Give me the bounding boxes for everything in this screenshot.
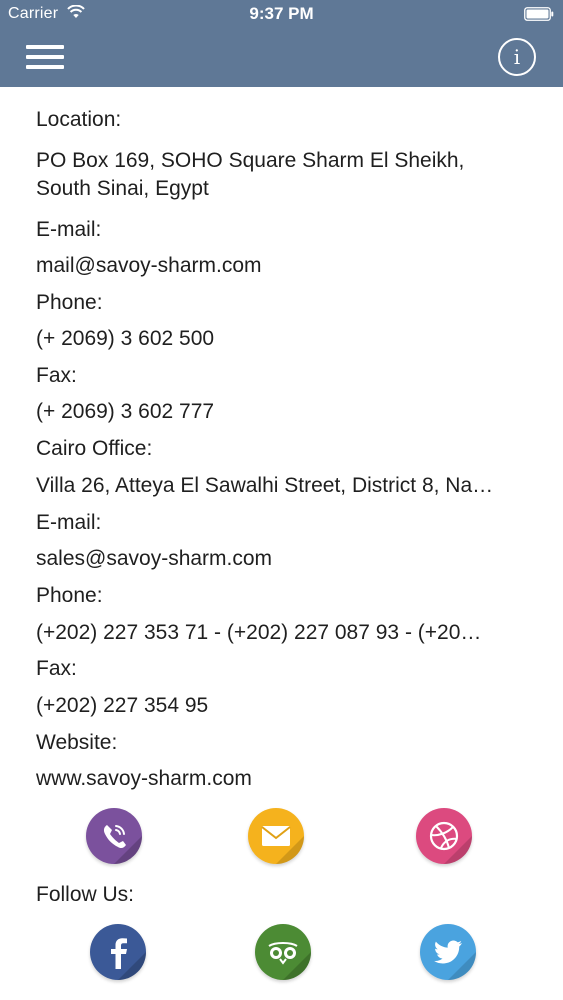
- cairo-email-label: E-mail:: [36, 511, 102, 534]
- fax-label: Fax:: [36, 364, 77, 387]
- status-bar: Carrier 9:37 PM: [0, 0, 563, 30]
- cairo-fax-value: (+202) 227 354 95: [36, 694, 209, 717]
- cairo-office-value: Villa 26, Atteya El Sawalhi Street, Dist…: [36, 474, 494, 497]
- top-bar: Carrier 9:37 PM i: [0, 0, 563, 87]
- email-button[interactable]: [248, 808, 304, 864]
- info-icon[interactable]: i: [498, 38, 536, 76]
- tripadvisor-button[interactable]: [255, 924, 311, 980]
- website-label: Website:: [36, 731, 118, 754]
- cairo-phone-value[interactable]: (+202) 227 353 71 - (+202) 227 087 93 - …: [36, 619, 526, 647]
- tripadvisor-icon: [268, 942, 311, 980]
- dribbble-icon: [429, 821, 472, 864]
- battery-icon: [524, 7, 554, 21]
- fax-value: (+ 2069) 3 602 777: [36, 400, 215, 423]
- viber-button[interactable]: [86, 808, 142, 864]
- info-glyph: i: [513, 45, 521, 69]
- hamburger-menu-icon[interactable]: [22, 40, 68, 74]
- cairo-office-label: Cairo Office:: [36, 437, 153, 460]
- twitter-button[interactable]: [420, 924, 476, 980]
- viber-icon: [103, 825, 142, 864]
- nav-bar: i: [0, 30, 563, 87]
- dribbble-button[interactable]: [416, 808, 472, 864]
- twitter-icon: [434, 940, 476, 980]
- email-value[interactable]: mail@savoy-sharm.com: [36, 252, 262, 280]
- phone-label: Phone:: [36, 291, 103, 314]
- clock: 9:37 PM: [249, 4, 314, 23]
- location-label: Location:: [36, 108, 122, 131]
- cairo-fax-label: Fax:: [36, 657, 77, 680]
- follow-us-label: Follow Us:: [36, 883, 135, 906]
- facebook-button[interactable]: [90, 924, 146, 980]
- email-label: E-mail:: [36, 218, 102, 241]
- cairo-phone-label: Phone:: [36, 584, 103, 607]
- mail-icon: [261, 826, 304, 864]
- cairo-email-value[interactable]: sales@savoy-sharm.com: [36, 545, 272, 573]
- phone-value[interactable]: (+ 2069) 3 602 500: [36, 325, 214, 353]
- location-value: PO Box 169, SOHO Square Sharm El Sheikh,…: [36, 149, 465, 200]
- website-value[interactable]: www.savoy-sharm.com: [36, 765, 252, 793]
- facebook-icon: [111, 938, 146, 980]
